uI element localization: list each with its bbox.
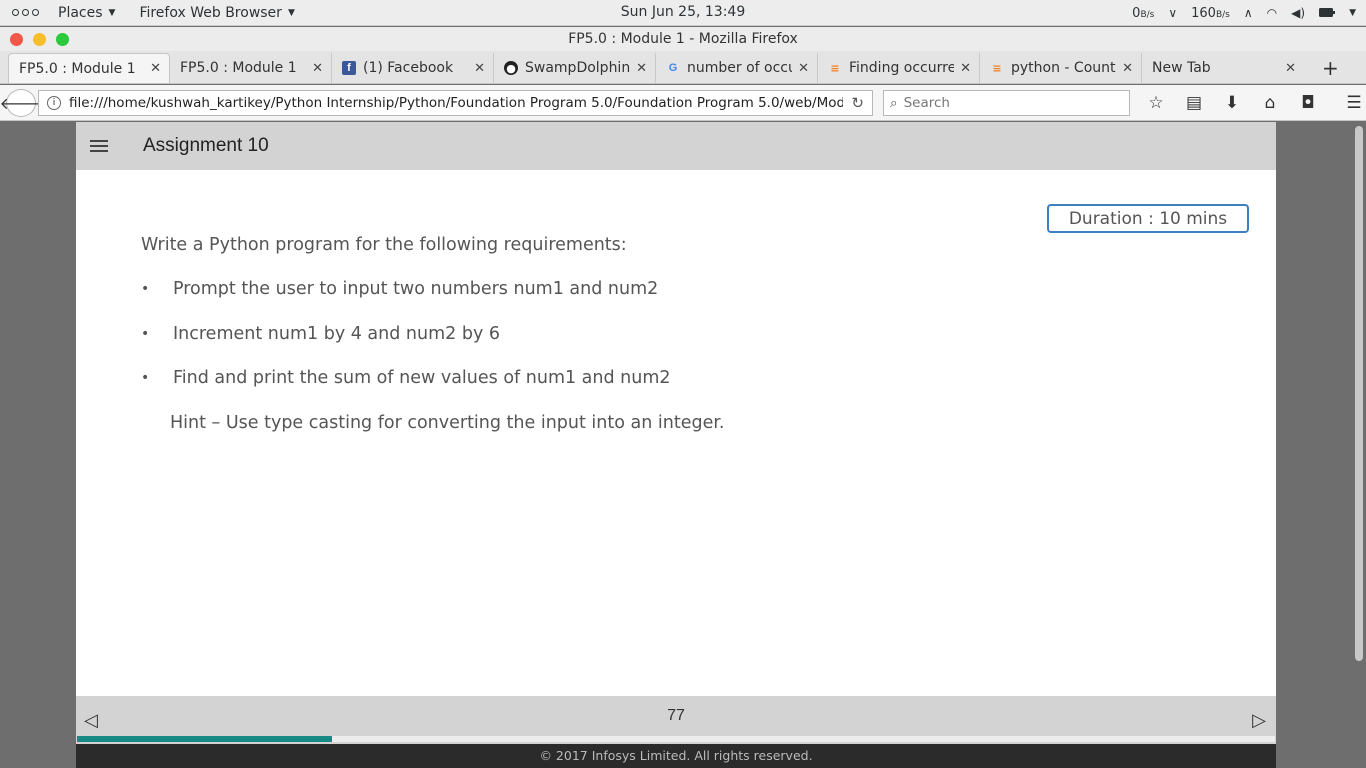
activities-icon[interactable] <box>0 9 46 16</box>
close-tab-icon[interactable]: ✕ <box>1122 61 1133 76</box>
app-menu[interactable]: Firefox Web Browser ▼ <box>139 5 294 21</box>
chevron-down-icon: ▼ <box>287 7 295 18</box>
web-page: Assignment 10 Duration : 10 mins Write a… <box>76 122 1276 768</box>
stackoverflow-icon: ≡ <box>830 61 840 75</box>
search-input[interactable]: ⌕ Search <box>883 89 1130 116</box>
bookmark-star-icon[interactable]: ☆ <box>1144 93 1168 113</box>
toolbar-icons: ☆ ▤ ⬇ ⌂ ◘ ☰ <box>1144 93 1366 113</box>
page-title: Assignment 10 <box>143 135 269 156</box>
tab-strip: FP5.0 : Module 1 ✕ FP5.0 : Module 1 ✕ f … <box>0 51 1366 84</box>
net-up-unit: B/s <box>1215 9 1230 20</box>
battery-icon[interactable] <box>1319 5 1336 21</box>
assignment-content: Duration : 10 mins Write a Python progra… <box>76 170 1276 695</box>
tab-label: New Tab <box>1152 60 1211 76</box>
tab-label: number of occur <box>687 60 793 76</box>
hamburger-menu-icon[interactable] <box>90 140 108 152</box>
url-text[interactable]: file:///home/kushwah_kartikey/Python Int… <box>69 95 843 111</box>
window-title: FP5.0 : Module 1 - Mozilla Firefox <box>568 31 798 47</box>
window-titlebar: FP5.0 : Module 1 - Mozilla Firefox <box>0 27 1366 51</box>
pocket-icon[interactable]: ◘ <box>1296 93 1320 113</box>
requirement-item: • Increment num1 by 4 and num2 by 6 <box>141 324 500 344</box>
net-down-unit: B/s <box>1140 9 1155 20</box>
close-tab-icon[interactable]: ✕ <box>474 61 485 76</box>
home-icon[interactable]: ⌂ <box>1258 93 1282 113</box>
close-tab-icon[interactable]: ✕ <box>1285 61 1296 76</box>
chevron-down-icon: ∨ <box>1168 6 1178 20</box>
tab-stackoverflow-1[interactable]: ≡ Finding occurren ✕ <box>818 53 980 83</box>
close-tab-icon[interactable]: ✕ <box>312 61 323 76</box>
search-placeholder: Search <box>903 94 950 111</box>
wifi-icon[interactable]: ◠ <box>1267 6 1277 20</box>
tab-fp5-module-1-active[interactable]: FP5.0 : Module 1 ✕ <box>8 53 170 83</box>
hint-text: Hint – Use type casting for converting t… <box>170 413 725 433</box>
tab-label: (1) Facebook <box>363 60 454 76</box>
google-icon: G <box>668 62 678 74</box>
facebook-icon: f <box>342 61 356 75</box>
page-header: Assignment 10 <box>76 122 1276 170</box>
reload-icon[interactable]: ↻ <box>851 94 864 112</box>
back-button[interactable]: 🡐 <box>0 88 42 117</box>
progress-bar <box>77 736 1275 742</box>
reading-list-icon[interactable]: ▤ <box>1182 93 1206 113</box>
previous-page-icon[interactable]: ◁ <box>84 710 98 731</box>
tab-github[interactable]: ● SwampDolphin9 ✕ <box>494 53 656 83</box>
tab-google-search[interactable]: G number of occur ✕ <box>656 53 818 83</box>
url-bar[interactable]: i file:///home/kushwah_kartikey/Python I… <box>38 89 873 116</box>
tab-label: Finding occurren <box>849 60 955 76</box>
back-arrow-icon: 🡐 <box>0 93 43 113</box>
tab-fp5-module-1[interactable]: FP5.0 : Module 1 ✕ <box>170 53 332 83</box>
net-up-indicator: 160B/s <box>1191 6 1230 21</box>
chevron-up-icon: ∧ <box>1243 6 1253 20</box>
close-tab-icon[interactable]: ✕ <box>960 61 971 76</box>
tab-label: python - Count o <box>1011 60 1116 76</box>
site-info-icon[interactable]: i <box>47 95 61 110</box>
duration-badge: Duration : 10 mins <box>1047 204 1249 233</box>
net-down-indicator: 0B/s <box>1132 6 1154 21</box>
navigation-toolbar: 🡐 i file:///home/kushwah_kartikey/Python… <box>0 85 1366 121</box>
copyright-footer: © 2017 Infosys Limited. All rights reser… <box>76 744 1276 768</box>
requirement-item: • Prompt the user to input two numbers n… <box>141 279 658 299</box>
scrollbar-thumb[interactable] <box>1355 126 1363 661</box>
tab-label: SwampDolphin9 <box>525 60 631 76</box>
github-icon: ● <box>504 61 518 75</box>
search-icon: ⌕ <box>890 94 898 111</box>
bullet: • <box>141 326 150 342</box>
tab-new-tab[interactable]: New Tab ✕ <box>1142 53 1304 83</box>
places-menu[interactable]: Places ▼ <box>58 5 115 21</box>
new-tab-button[interactable]: + <box>1314 53 1347 83</box>
menu-icon[interactable]: ☰ <box>1342 93 1366 113</box>
stackoverflow-icon: ≡ <box>992 61 1002 75</box>
requirement-item: • Find and print the sum of new values o… <box>141 368 671 388</box>
clock[interactable]: Sun Jun 25, 13:49 <box>621 4 745 20</box>
requirement-text: Prompt the user to input two numbers num… <box>173 279 659 299</box>
requirement-text: Find and print the sum of new values of … <box>173 368 671 388</box>
places-label: Places <box>58 4 103 21</box>
bullet: • <box>141 370 150 386</box>
system-tray: 0B/s ∨ 160B/s ∧ ◠ ◀) ▼ <box>1132 0 1356 26</box>
question-intro: Write a Python program for the following… <box>141 235 627 255</box>
system-top-bar: Places ▼ Firefox Web Browser ▼ Sun Jun 2… <box>0 0 1366 26</box>
page-number: 77 <box>667 707 685 724</box>
tab-label: FP5.0 : Module 1 <box>19 60 136 77</box>
chevron-down-icon[interactable]: ▼ <box>1349 8 1356 18</box>
tab-facebook[interactable]: f (1) Facebook ✕ <box>332 53 494 83</box>
close-tab-icon[interactable]: ✕ <box>150 61 161 76</box>
close-tab-icon[interactable]: ✕ <box>636 61 647 76</box>
progress-fill <box>77 736 333 742</box>
bullet: • <box>141 281 150 297</box>
tab-stackoverflow-2[interactable]: ≡ python - Count o ✕ <box>980 53 1142 83</box>
download-icon[interactable]: ⬇ <box>1220 93 1244 113</box>
net-up-value: 160 <box>1191 5 1216 21</box>
page-scrollbar[interactable] <box>1352 122 1366 768</box>
next-page-icon[interactable]: ▷ <box>1252 710 1266 731</box>
close-tab-icon[interactable]: ✕ <box>798 61 809 76</box>
volume-icon[interactable]: ◀) <box>1291 6 1305 20</box>
tab-label: FP5.0 : Module 1 <box>180 60 297 76</box>
requirement-text: Increment num1 by 4 and num2 by 6 <box>173 324 501 344</box>
app-menu-label: Firefox Web Browser <box>139 4 282 21</box>
chevron-down-icon: ▼ <box>108 7 116 18</box>
